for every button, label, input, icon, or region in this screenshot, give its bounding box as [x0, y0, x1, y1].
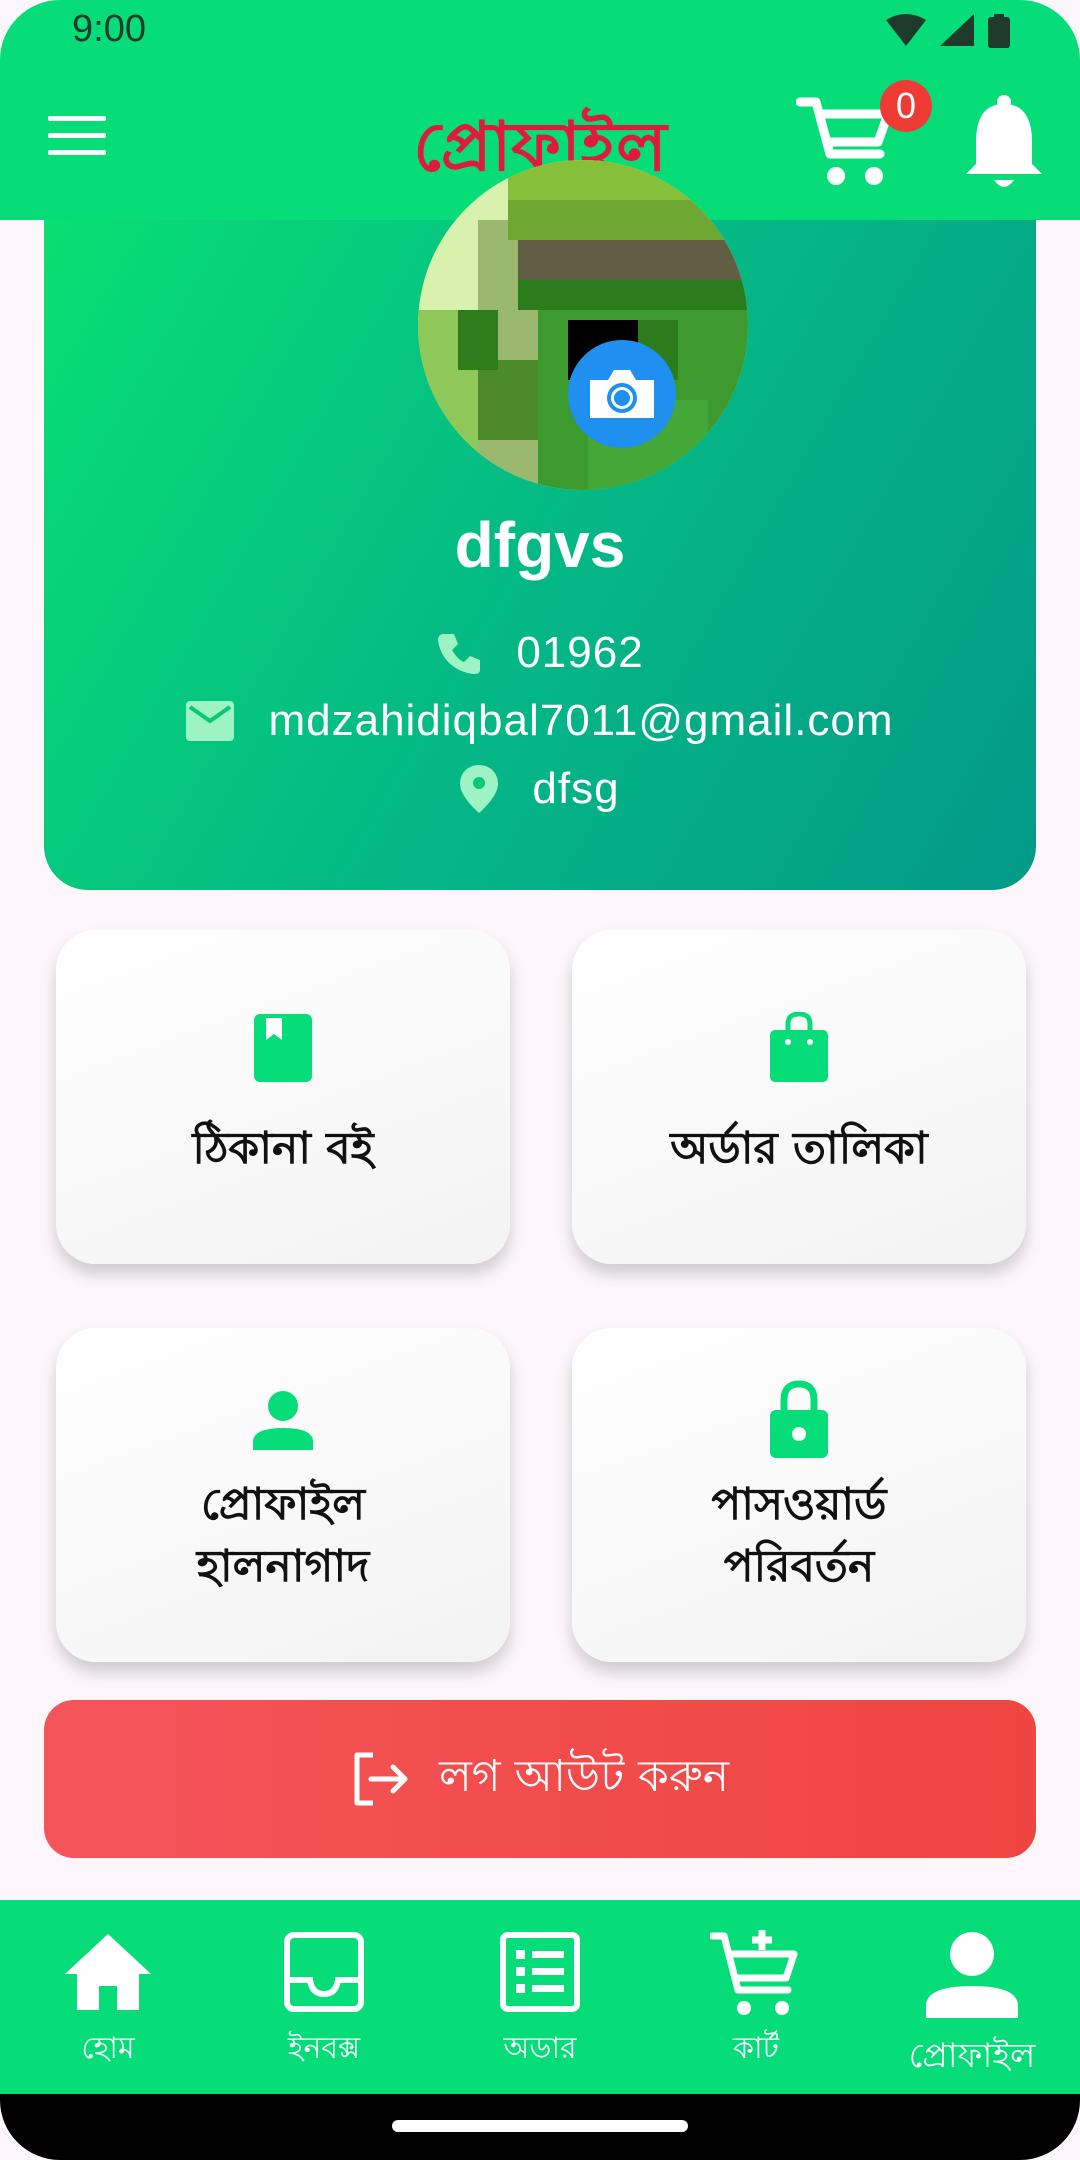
profile-name: dfgvs [454, 509, 626, 581]
notification-button[interactable] [960, 94, 1048, 194]
tile-label: অর্ডার তালিকা [670, 1123, 928, 1174]
tile-label-line2: পরিবর্তন [723, 1541, 875, 1592]
nav-label: অডার [503, 2031, 577, 2066]
person-icon [253, 1391, 313, 1450]
system-nav-bar [0, 2094, 1080, 2160]
status-bar: 9:00 [0, 0, 1080, 64]
phone-row: 01962 [44, 628, 1036, 678]
camera-icon [590, 370, 654, 418]
nav-inbox[interactable]: ইনবক্স [216, 1900, 432, 2094]
wifi-icon [886, 14, 926, 46]
order-list-tile[interactable]: অর্ডার তালিকা [572, 930, 1026, 1264]
phone-number: 01962 [516, 628, 644, 677]
shopping-bag-icon [770, 1012, 828, 1082]
update-profile-tile[interactable]: প্রোফাইল হালনাগাদ [56, 1328, 510, 1662]
email-address: mdzahidiqbal7011@gmail.com [268, 696, 894, 745]
location-pin-icon [460, 765, 499, 813]
person-icon [926, 1932, 1018, 2018]
inbox-icon [284, 1932, 364, 2012]
battery-icon [988, 14, 1010, 48]
address-book-tile[interactable]: ঠিকানা বই [56, 930, 510, 1264]
home-gesture-handle[interactable] [392, 2120, 688, 2132]
home-icon [65, 1934, 151, 2010]
add-cart-icon [710, 1930, 798, 2015]
logout-label: লগ আউট করুন [439, 1750, 729, 1802]
tile-label-line2: হালনাগাদ [196, 1541, 370, 1592]
bell-icon [966, 95, 1042, 187]
address-book-icon [254, 1014, 312, 1082]
nav-label: ইনবক্স [287, 2031, 361, 2066]
nav-orders[interactable]: অডার [432, 1900, 648, 2094]
lock-icon [770, 1380, 828, 1458]
nav-cart[interactable]: কার্ট [648, 1900, 864, 2094]
phone-icon [438, 634, 481, 674]
email-icon [186, 701, 235, 741]
bottom-nav: হোম ইনবক্স অডার কার্ট প্রোফাইল [0, 1900, 1080, 2094]
status-icons [886, 14, 1010, 48]
nav-profile[interactable]: প্রোফাইল [864, 1900, 1080, 2094]
list-icon [500, 1932, 580, 2012]
nav-home[interactable]: হোম [0, 1900, 216, 2094]
profile-card: dfgvs 01962 mdzahidiqbal7011@gmail.com d… [44, 160, 1036, 890]
cart-count-badge: 0 [880, 80, 932, 132]
email-row: mdzahidiqbal7011@gmail.com [44, 696, 1036, 746]
tile-label-line1: প্রোফাইল [200, 1479, 366, 1530]
tile-label: ঠিকানা বই [192, 1123, 374, 1174]
change-password-tile[interactable]: পাসওয়ার্ড পরিবর্তন [572, 1328, 1026, 1662]
status-time: 9:00 [72, 8, 146, 50]
nav-label: কার্ট [732, 2031, 780, 2066]
nav-label: হোম [81, 2031, 135, 2066]
logout-button[interactable]: লগ আউট করুন [44, 1700, 1036, 1858]
signal-icon [940, 14, 974, 46]
change-photo-button[interactable] [568, 340, 676, 448]
address-row: dfsg [44, 764, 1036, 814]
address-text: dfsg [532, 764, 620, 813]
tile-label-line1: পাসওয়ার্ড [711, 1479, 887, 1530]
nav-label: প্রোফাইল [908, 2036, 1036, 2076]
logout-icon [354, 1752, 408, 1806]
